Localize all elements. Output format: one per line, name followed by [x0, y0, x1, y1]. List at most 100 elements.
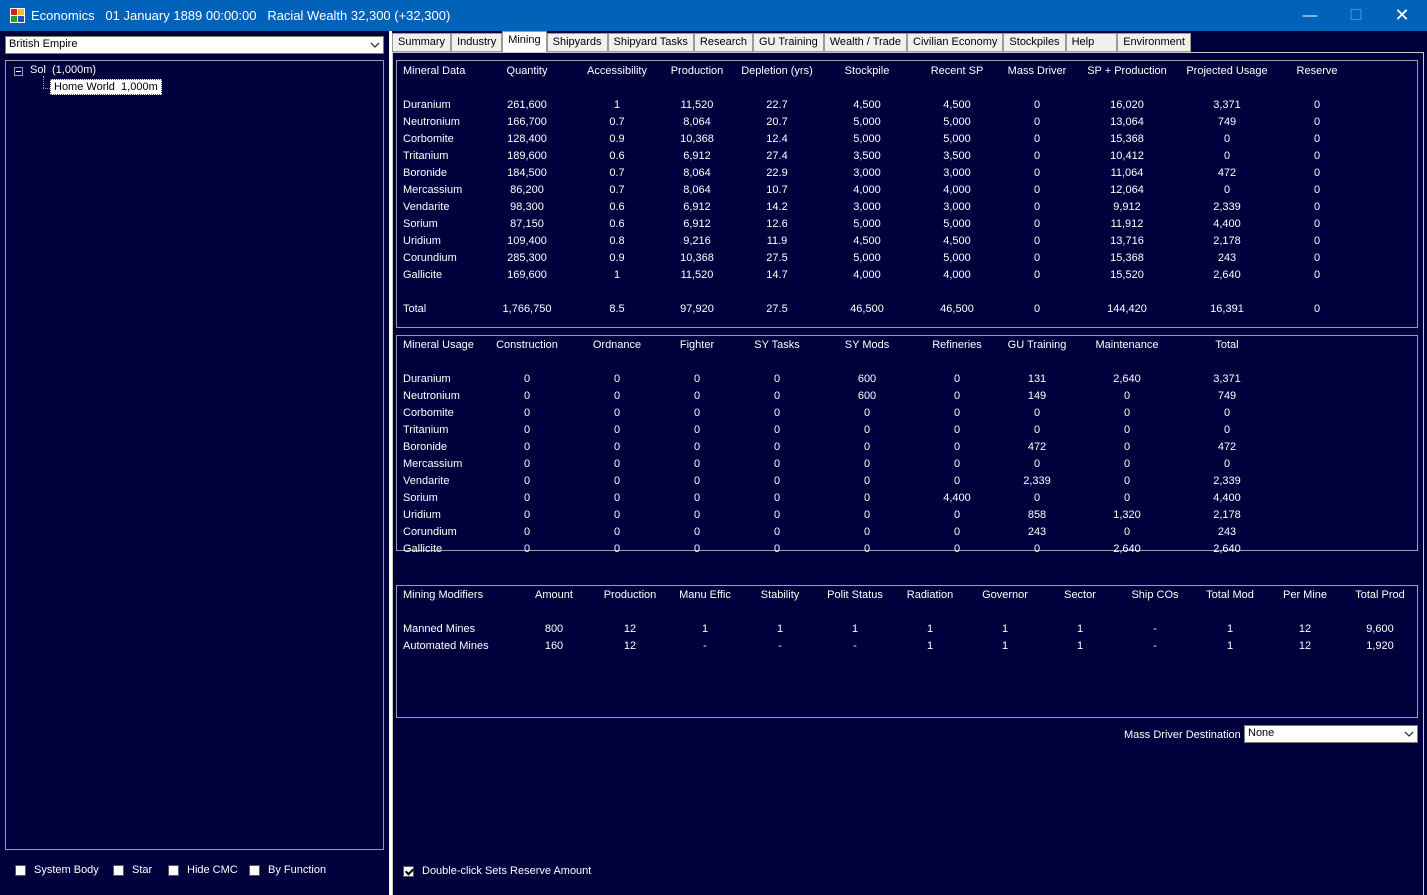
table-cell: 0 — [953, 407, 961, 419]
tab-civilian-economy[interactable]: Civilian Economy — [907, 33, 1004, 52]
tree-collapse-icon[interactable] — [14, 67, 23, 76]
table-cell: 3,500 — [853, 150, 881, 162]
table-cell: 0 — [1313, 150, 1321, 162]
empire-select[interactable]: British Empire — [5, 36, 384, 54]
table-cell: 0 — [1033, 269, 1041, 281]
table-cell: 6,912 — [683, 218, 711, 230]
table-cell: 16,020 — [1110, 99, 1144, 111]
table-cell: 2,178 — [1213, 509, 1241, 521]
column-header: Stability — [760, 589, 800, 601]
tab-gu-training[interactable]: GU Training — [753, 33, 824, 52]
table-cell: 14.2 — [766, 201, 788, 213]
total-cell: 46,500 — [940, 303, 974, 315]
table-cell: 160 — [544, 640, 564, 652]
checkbox-box[interactable] — [168, 864, 179, 876]
total-cell: 144,420 — [1107, 303, 1147, 315]
table-cell: 1 — [776, 623, 784, 635]
table-cell: 0 — [693, 509, 701, 521]
tab-shipyards[interactable]: Shipyards — [546, 33, 608, 52]
table-cell: 0 — [1123, 526, 1131, 538]
tree-node-sol[interactable]: Sol (1,000m) — [30, 64, 96, 76]
table-cell: 0 — [1223, 458, 1231, 470]
row-label: Duranium — [403, 99, 451, 111]
table-cell: 0 — [1223, 133, 1231, 145]
table-cell: 0 — [863, 526, 871, 538]
column-header: Refineries — [932, 339, 982, 351]
table-cell: 0 — [1033, 492, 1041, 504]
table-cell: 1 — [1001, 640, 1009, 652]
column-header: Mineral Data — [403, 65, 466, 77]
total-cell: 0 — [1313, 303, 1321, 315]
table-cell: 11.9 — [766, 235, 788, 247]
table-cell: 0 — [523, 441, 531, 453]
checkbox-box[interactable] — [113, 864, 124, 876]
table-cell: 149 — [1027, 390, 1047, 402]
title-bar[interactable]: Economics 01 January 1889 00:00:00 Racia… — [0, 0, 1427, 31]
table-cell: 0 — [1123, 458, 1131, 470]
row-label: Sorium — [403, 218, 438, 230]
total-cell: 27.5 — [766, 303, 788, 315]
table-cell: 0.7 — [609, 116, 625, 128]
table-cell: 5,000 — [853, 252, 881, 264]
table-cell: 4,400 — [1213, 218, 1241, 230]
checkbox-label: Star — [132, 864, 153, 876]
table-cell: 0 — [693, 441, 701, 453]
close-button[interactable]: ✕ — [1379, 0, 1425, 31]
mining-modifiers-table[interactable]: Mining Modifiers Amount Production Manu Eff… — [396, 585, 1418, 718]
tab-shipyard-tasks[interactable]: Shipyard Tasks — [607, 33, 694, 52]
table-cell: 0.9 — [609, 133, 625, 145]
maximize-button[interactable]: ☐ — [1333, 0, 1379, 31]
table-cell: - — [853, 640, 857, 652]
system-body-checkbox[interactable]: System Body — [15, 864, 99, 876]
system-tree[interactable]: Sol (1,000m) Home World 1,000m — [5, 60, 384, 850]
table-cell: 261,600 — [507, 99, 547, 111]
table-cell: 6,912 — [683, 201, 711, 213]
tab-mining[interactable]: Mining — [502, 31, 547, 52]
mineral-usage-table[interactable]: Mineral Usage Construction Ordnance Fighter… — [396, 335, 1418, 555]
column-header: Reserve — [1296, 65, 1338, 77]
table-cell: 0 — [773, 458, 781, 470]
hide-cmc-checkbox[interactable]: Hide CMC — [168, 864, 238, 876]
chevron-down-icon[interactable] — [367, 37, 383, 53]
chevron-down-icon[interactable] — [1401, 726, 1417, 742]
tab-wealth-trade[interactable]: Wealth / Trade — [823, 33, 908, 52]
table-cell: 0 — [773, 492, 781, 504]
tab-summary[interactable]: Summary — [392, 33, 452, 52]
table-cell: 4,500 — [853, 99, 881, 111]
mineral-data-table[interactable]: Mineral Data Quantity Accessibility Product… — [396, 60, 1418, 328]
table-cell: - — [703, 640, 707, 652]
tab-research[interactable]: Research — [693, 33, 753, 52]
table-cell: 0 — [1033, 184, 1041, 196]
tab-help[interactable]: Help — [1065, 33, 1118, 52]
mass-driver-select[interactable]: None — [1244, 725, 1418, 743]
tree-node-home-world[interactable]: Home World 1,000m — [50, 79, 162, 95]
by-function-checkbox[interactable]: By Function — [249, 864, 326, 876]
row-label: Boronide — [403, 167, 448, 179]
table-cell: - — [1153, 640, 1157, 652]
tab-stockpiles[interactable]: Stockpiles — [1003, 33, 1066, 52]
row-label: Vendarite — [403, 475, 450, 487]
table-cell: 0 — [1223, 407, 1231, 419]
checkbox-box[interactable] — [15, 864, 26, 876]
table-cell: 27.5 — [766, 252, 788, 264]
column-header: Maintenance — [1095, 339, 1159, 351]
table-cell: 15,520 — [1110, 269, 1144, 281]
double-click-reserve-checkbox[interactable]: Double-click Sets Reserve Amount — [403, 865, 591, 877]
checkbox-box[interactable] — [249, 864, 260, 876]
tab-environment[interactable]: Environment — [1117, 33, 1191, 52]
row-label: Boronide — [403, 441, 448, 453]
table-cell: 1 — [1226, 640, 1234, 652]
star-checkbox[interactable]: Star — [113, 864, 152, 876]
table-cell: 0 — [953, 441, 961, 453]
table-cell: 0 — [1123, 492, 1131, 504]
tab-industry[interactable]: Industry — [451, 33, 503, 52]
minimize-button[interactable]: — — [1287, 0, 1333, 31]
table-cell: 0 — [863, 475, 871, 487]
row-label: Neutronium — [403, 390, 460, 402]
table-cell: 0 — [523, 407, 531, 419]
table-cell: 8,064 — [683, 116, 711, 128]
table-cell: 6,912 — [683, 150, 711, 162]
table-cell: 0 — [1123, 407, 1131, 419]
table-cell: 472 — [1027, 441, 1047, 453]
checkbox-box[interactable] — [403, 865, 414, 877]
